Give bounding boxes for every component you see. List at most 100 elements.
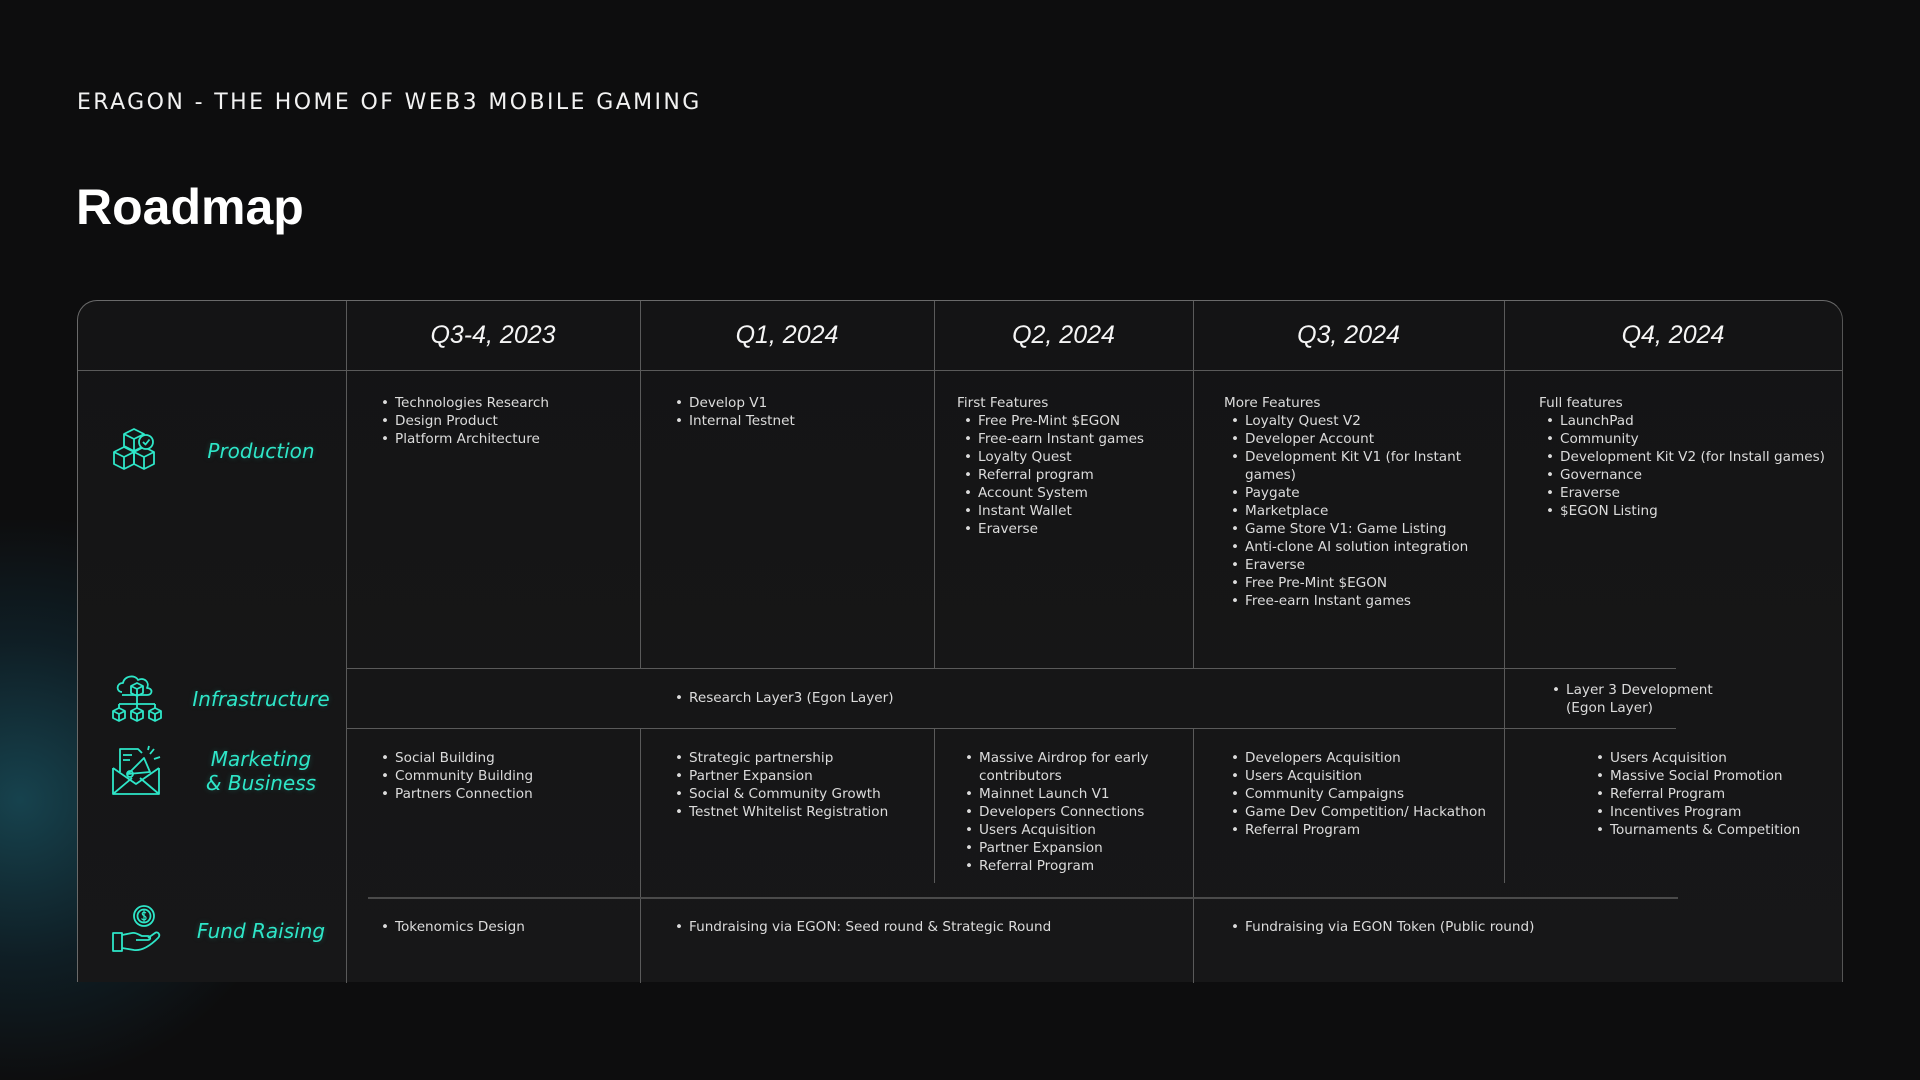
list-item: Users Acquisition <box>965 821 1168 839</box>
item-list: Research Layer3 (Egon Layer) <box>668 689 1168 707</box>
cell-infrastructure-q1-q3-2024: Research Layer3 (Egon Layer) <box>668 689 1168 707</box>
list-item: Free-earn Instant games <box>1231 592 1482 610</box>
cell-marketing-q1-2024: Strategic partnership Partner Expansion … <box>668 749 928 821</box>
list-item: Marketplace <box>1231 502 1482 520</box>
cloud-network-icon <box>112 675 162 722</box>
list-item: Partners Connection <box>381 785 634 803</box>
list-item: Social & Community Growth <box>675 785 928 803</box>
item-list: Developers Acquisition Users Acquisition… <box>1224 749 1494 839</box>
megaphone-envelope-icon <box>112 745 161 795</box>
column-header-q3-4-2023: Q3-4, 2023 <box>430 321 556 349</box>
cell-infrastructure-q4-2024: Layer 3 Development (Egon Layer) <box>1545 681 1715 717</box>
cell-heading: Full features <box>1539 395 1623 411</box>
cell-production-q3-4-2023: Technologies Research Design Product Pla… <box>374 394 634 448</box>
column-header-q1-2024: Q1, 2024 <box>735 321 839 349</box>
page-title: Roadmap <box>76 179 304 235</box>
list-item: Free-earn Instant games <box>964 430 1187 448</box>
category-label: Production <box>207 439 315 463</box>
list-item: Eraverse <box>964 520 1187 538</box>
hand-coin-icon <box>112 905 161 952</box>
list-item: Strategic partnership <box>675 749 928 767</box>
list-item: Testnet Whitelist Registration <box>675 803 928 821</box>
list-item: Massive Social Promotion <box>1596 767 1839 785</box>
column-header-q2-2024: Q2, 2024 <box>1012 321 1115 349</box>
cell-heading: First Features <box>957 395 1049 411</box>
cell-fundraising-q3-q4-2024: Fundraising via EGON Token (Public round… <box>1224 918 1724 936</box>
item-list: Fundraising via EGON: Seed round & Strat… <box>668 918 1188 936</box>
category-label: Fund Raising <box>196 919 326 943</box>
list-item: Community <box>1546 430 1839 448</box>
column-header-q3-2024: Q3, 2024 <box>1297 321 1400 349</box>
list-item: Users Acquisition <box>1231 767 1494 785</box>
list-item: Instant Wallet <box>964 502 1187 520</box>
list-item: Design Product <box>381 412 634 430</box>
list-item: Mainnet Launch V1 <box>965 785 1168 803</box>
cell-marketing-q3-2024: Developers Acquisition Users Acquisition… <box>1224 749 1494 839</box>
list-item: Referral Program <box>1596 785 1839 803</box>
list-item: Free Pre-Mint $EGON <box>1231 574 1482 592</box>
list-item: Massive Airdrop for early contributors <box>965 749 1168 785</box>
list-item: Game Store V1: Game Listing <box>1231 520 1482 538</box>
category-label-line2: & Business <box>205 771 317 795</box>
row-divider <box>346 728 1676 729</box>
list-item: Loyalty Quest V2 <box>1231 412 1482 430</box>
item-list: Strategic partnership Partner Expansion … <box>668 749 928 821</box>
cell-fundraising-q1-q2-2024: Fundraising via EGON: Seed round & Strat… <box>668 918 1188 936</box>
list-item: Partner Expansion <box>965 839 1168 857</box>
item-list: LaunchPad Community Development Kit V2 (… <box>1539 412 1839 520</box>
list-item: Developer Account <box>1231 430 1482 448</box>
row-divider <box>346 668 1676 669</box>
category-fund-raising: Fund Raising <box>78 901 346 961</box>
list-item: Social Building <box>381 749 634 767</box>
item-list: Loyalty Quest V2 Developer Account Devel… <box>1224 412 1482 610</box>
category-label: Infrastructure <box>192 687 330 711</box>
item-list: Users Acquisition Massive Social Promoti… <box>1589 749 1839 839</box>
category-infrastructure: Infrastructure <box>78 667 346 731</box>
cell-production-q2-2024: First Features Free Pre-Mint $EGON Free-… <box>957 394 1187 538</box>
list-item: Eraverse <box>1231 556 1482 574</box>
column-header-q4-2024: Q4, 2024 <box>1621 321 1725 349</box>
list-item: Developers Acquisition <box>1231 749 1494 767</box>
column-divider <box>934 728 935 883</box>
cell-marketing-q2-2024: Massive Airdrop for early contributors M… <box>958 749 1168 875</box>
list-item: Users Acquisition <box>1596 749 1839 767</box>
list-item: Paygate <box>1231 484 1482 502</box>
column-divider <box>1193 728 1194 983</box>
cell-marketing-q3-4-2023: Social Building Community Building Partn… <box>374 749 634 803</box>
cell-heading: More Features <box>1224 395 1321 411</box>
row-divider <box>368 897 1678 899</box>
list-item: Free Pre-Mint $EGON <box>964 412 1187 430</box>
list-item: Community Building <box>381 767 634 785</box>
list-item: Development Kit V2 (for Install games) <box>1546 448 1839 466</box>
list-item: Anti-clone AI solution integration <box>1231 538 1482 556</box>
list-item: Game Dev Competition/ Hackathon <box>1231 803 1494 821</box>
list-item: Eraverse <box>1546 484 1839 502</box>
item-list: Develop V1 Internal Testnet <box>668 394 928 430</box>
category-label: Marketing & Business <box>176 747 346 795</box>
cell-production-q1-2024: Develop V1 Internal Testnet <box>668 394 928 430</box>
list-item: Partner Expansion <box>675 767 928 785</box>
list-item: Developers Connections <box>965 803 1168 821</box>
cell-fundraising-q3-4-2023: Tokenomics Design <box>374 918 634 936</box>
list-item: Referral Program <box>965 857 1168 875</box>
item-list: Free Pre-Mint $EGON Free-earn Instant ga… <box>957 412 1187 538</box>
list-item: Research Layer3 (Egon Layer) <box>675 689 1168 707</box>
item-list: Technologies Research Design Product Pla… <box>374 394 634 448</box>
cell-production-q4-2024: Full features LaunchPad Community Develo… <box>1539 394 1839 520</box>
list-item: $EGON Listing <box>1546 502 1839 520</box>
list-item: Tournaments & Competition <box>1596 821 1839 839</box>
item-list: Social Building Community Building Partn… <box>374 749 634 803</box>
list-item: Account System <box>964 484 1187 502</box>
list-item: Incentives Program <box>1596 803 1839 821</box>
list-item: Referral program <box>964 466 1187 484</box>
page-subtitle: ERAGON - THE HOME OF WEB3 MOBILE GAMING <box>77 90 702 115</box>
list-item: Referral Program <box>1231 821 1494 839</box>
category-production: Production <box>78 421 346 481</box>
roadmap-table: Q3-4, 2023 Q1, 2024 Q2, 2024 Q3, 2024 Q4… <box>77 300 1843 983</box>
item-list: Massive Airdrop for early contributors M… <box>958 749 1168 875</box>
list-item: Fundraising via EGON Token (Public round… <box>1231 918 1724 936</box>
column-divider <box>1504 728 1505 883</box>
list-item: Fundraising via EGON: Seed round & Strat… <box>675 918 1188 936</box>
category-label-line1: Marketing <box>210 747 312 771</box>
list-item: Tokenomics Design <box>381 918 634 936</box>
